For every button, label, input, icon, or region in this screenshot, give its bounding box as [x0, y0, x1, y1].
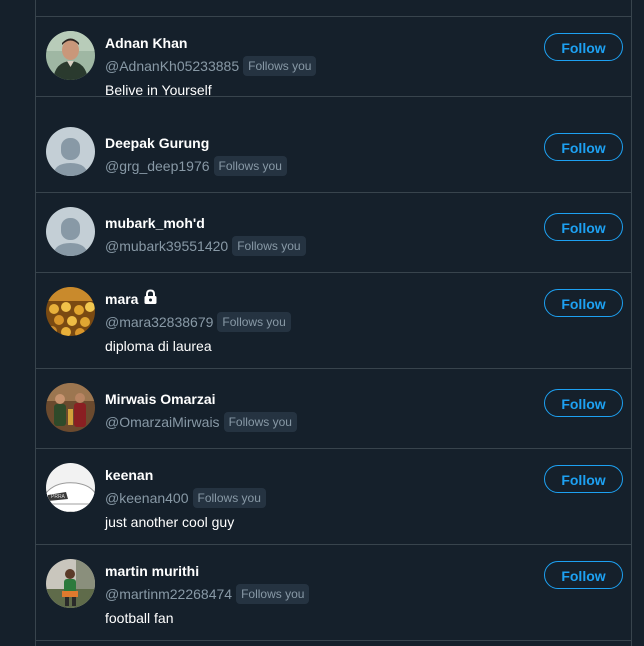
user-info: Mirwais Omarzai @OmarzaiMirwais Follows … [105, 390, 531, 432]
user-name-text[interactable]: Mirwais Omarzai [105, 390, 216, 408]
user-info: martin murithi @martinm22268474 Follows … [105, 562, 531, 626]
user-handle[interactable]: @martinm22268474 [105, 586, 232, 602]
handle-line: @mara32838679 Follows you [105, 312, 531, 332]
user-name[interactable]: mara [105, 289, 531, 309]
user-row[interactable]: martin murithi @martinm22268474 Follows … [36, 545, 631, 641]
user-row[interactable]: mara @mara32838679 Follows you diploma d… [36, 273, 631, 369]
svg-text:PRRA: PRRA [51, 494, 66, 500]
user-name-text[interactable]: mara [105, 290, 138, 308]
follows-you-badge: Follows you [223, 412, 297, 432]
user-bio: Belive in Yourself [105, 82, 212, 98]
user-handle[interactable]: @grg_deep1976 [105, 158, 210, 174]
follow-button[interactable]: Follow [544, 561, 623, 589]
handle-line: @mubark39551420 Follows you [105, 236, 531, 256]
follows-you-badge: Follows you [232, 236, 306, 256]
user-handle[interactable]: @AdnanKh05233885 [105, 58, 239, 74]
user-row[interactable]: mubark_moh'd @mubark39551420 Follows you… [36, 193, 631, 273]
user-info: mubark_moh'd @mubark39551420 Follows you [105, 214, 531, 256]
default-avatar-icon[interactable] [46, 207, 95, 256]
followers-list: Adnan Khan @AdnanKh05233885 Follows you … [35, 0, 632, 646]
user-name[interactable]: Deepak Gurung [105, 134, 531, 152]
photo-person-outdoor-icon[interactable] [46, 559, 95, 608]
follows-you-badge: Follows you [243, 56, 317, 76]
photo-flowers-icon[interactable] [46, 287, 95, 336]
photo-car-icon[interactable]: PRRA [46, 463, 95, 512]
user-name[interactable]: keenan [105, 466, 531, 484]
handle-line: @grg_deep1976 Follows you [105, 156, 531, 176]
photo-group-people-icon[interactable] [46, 383, 95, 432]
default-avatar-icon[interactable] [46, 127, 95, 176]
user-bio: football fan [105, 610, 174, 626]
user-name-text[interactable]: martin murithi [105, 562, 199, 580]
follows-you-badge: Follows you [217, 312, 291, 332]
handle-line: @martinm22268474 Follows you [105, 584, 531, 604]
user-bio: diploma di laurea [105, 338, 212, 354]
user-name-text[interactable]: Adnan Khan [105, 34, 187, 52]
follow-button[interactable]: Follow [544, 465, 623, 493]
follows-you-badge: Follows you [236, 584, 310, 604]
user-handle[interactable]: @mara32838679 [105, 314, 213, 330]
user-row[interactable]: Mirwais Omarzai @OmarzaiMirwais Follows … [36, 369, 631, 449]
handle-line: @AdnanKh05233885 Follows you [105, 56, 531, 76]
user-name-text[interactable]: Deepak Gurung [105, 134, 209, 152]
follows-you-badge: Follows you [192, 488, 266, 508]
follow-button[interactable]: Follow [544, 213, 623, 241]
follow-button[interactable]: Follow [544, 133, 623, 161]
user-name[interactable]: Mirwais Omarzai [105, 390, 531, 408]
user-name[interactable]: Adnan Khan [105, 34, 531, 52]
user-name-text[interactable]: keenan [105, 466, 153, 484]
user-info: Adnan Khan @AdnanKh05233885 Follows you … [105, 34, 531, 98]
user-row[interactable]: Deepak Gurung @grg_deep1976 Follows you … [36, 97, 631, 193]
follow-button[interactable]: Follow [544, 33, 623, 61]
user-bio: just another cool guy [105, 514, 235, 530]
user-info: Deepak Gurung @grg_deep1976 Follows you [105, 134, 531, 176]
user-row[interactable]: Adnan Khan @AdnanKh05233885 Follows you … [36, 17, 631, 98]
user-info: mara @mara32838679 Follows you diploma d… [105, 289, 531, 354]
photo-man-portrait-icon[interactable] [46, 31, 95, 80]
user-name-text[interactable]: mubark_moh'd [105, 214, 205, 232]
user-name[interactable]: mubark_moh'd [105, 214, 531, 232]
user-handle[interactable]: @keenan400 [105, 490, 189, 506]
lock-icon [143, 289, 158, 309]
handle-line: @keenan400 Follows you [105, 488, 531, 508]
user-handle[interactable]: @mubark39551420 [105, 238, 228, 254]
handle-line: @OmarzaiMirwais Follows you [105, 412, 531, 432]
follows-you-badge: Follows you [213, 156, 287, 176]
follow-button[interactable]: Follow [544, 389, 623, 417]
user-row[interactable]: PRRA keenan @keenan400 Follows you just … [36, 449, 631, 545]
follow-button[interactable]: Follow [544, 289, 623, 317]
followers-page: Adnan Khan @AdnanKh05233885 Follows you … [0, 0, 644, 646]
user-name[interactable]: martin murithi [105, 562, 531, 580]
user-info: keenan @keenan400 Follows you just anoth… [105, 466, 531, 530]
user-handle[interactable]: @OmarzaiMirwais [105, 414, 220, 430]
